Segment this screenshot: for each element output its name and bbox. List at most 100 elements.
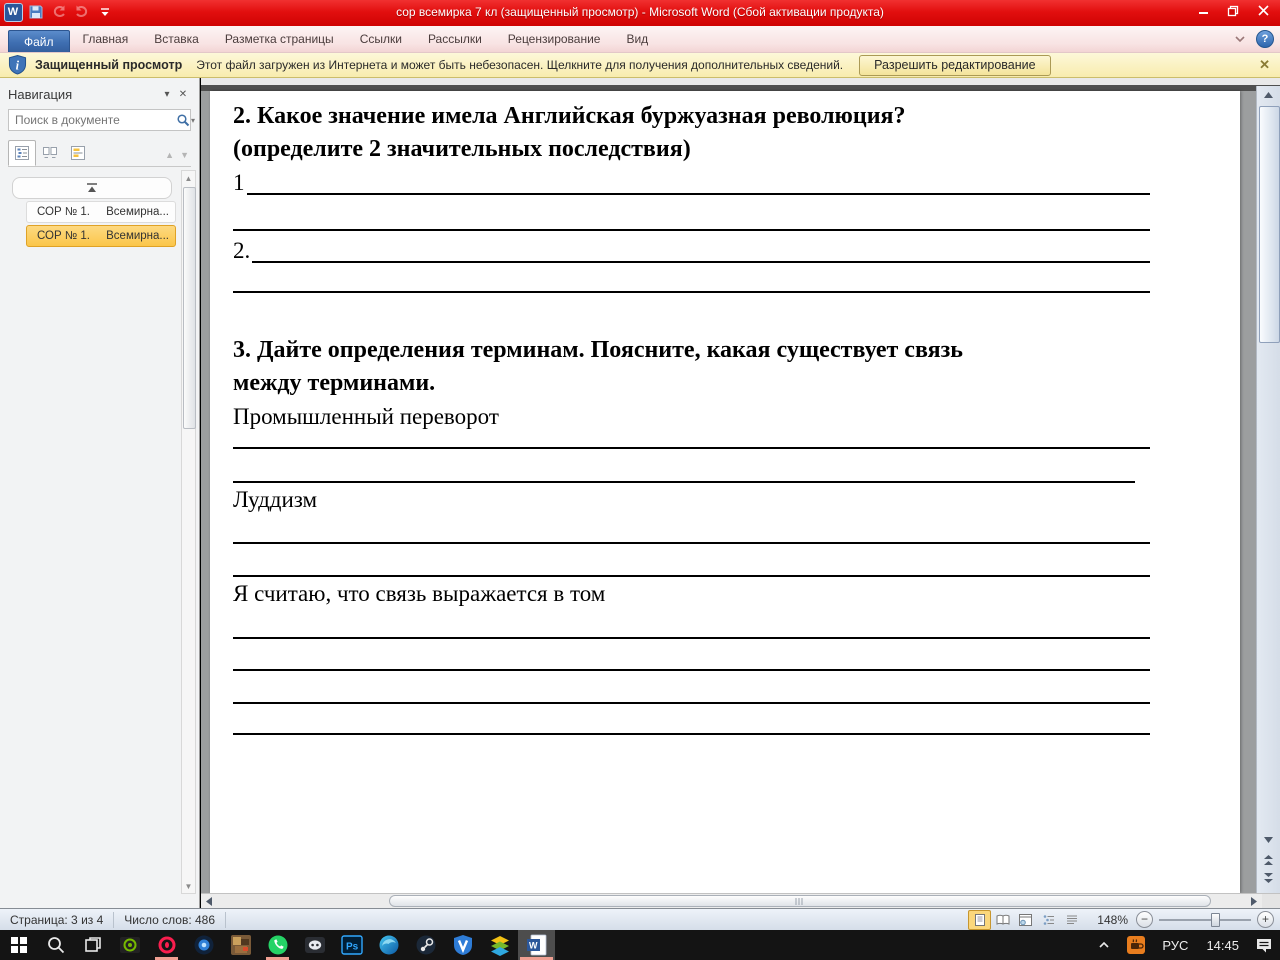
tab-file[interactable]: Файл bbox=[8, 30, 70, 52]
print-layout-view-button[interactable] bbox=[968, 909, 992, 930]
answer-line bbox=[233, 702, 1150, 704]
restore-icon bbox=[1227, 5, 1239, 16]
horizontal-scrollbar[interactable] bbox=[201, 893, 1280, 909]
tab-главная[interactable]: Главная bbox=[70, 27, 142, 52]
taskbar-whatsapp-button[interactable] bbox=[259, 930, 296, 960]
vertical-scrollbar[interactable] bbox=[1256, 86, 1280, 893]
restore-button[interactable] bbox=[1218, 0, 1248, 21]
java-cup-icon bbox=[1127, 936, 1146, 954]
taskbar-icons: Ps W bbox=[0, 930, 555, 960]
tab-разметка-страницы[interactable]: Разметка страницы bbox=[212, 27, 347, 52]
tab-вставка[interactable]: Вставка bbox=[141, 27, 212, 52]
jump-to-beginning-button[interactable] bbox=[12, 177, 172, 199]
scroll-down-button[interactable]: ▼ bbox=[182, 879, 195, 893]
word-logo-icon: W bbox=[3, 2, 23, 22]
list-number: 1 bbox=[233, 170, 245, 195]
status-bar-right: 148% − + bbox=[968, 909, 1280, 930]
tray-app-button[interactable] bbox=[1119, 930, 1153, 960]
tab-рецензирование[interactable]: Рецензирование bbox=[495, 27, 614, 52]
navigation-close-button[interactable]: ✕ bbox=[175, 88, 191, 102]
tab-вид[interactable]: Вид bbox=[613, 27, 661, 52]
taskbar-word-button[interactable]: W bbox=[518, 930, 555, 960]
layers-icon bbox=[490, 936, 509, 956]
scroll-down-button[interactable] bbox=[1259, 832, 1278, 848]
task-view-icon bbox=[84, 937, 101, 952]
navigation-scrollbar[interactable]: ▲ ▼ bbox=[181, 170, 196, 894]
tab-рассылки[interactable]: Рассылки bbox=[415, 27, 495, 52]
taskbar-edge-button[interactable] bbox=[370, 930, 407, 960]
save-button[interactable] bbox=[26, 2, 46, 22]
help-button[interactable]: ? bbox=[1256, 30, 1274, 48]
outline-icon bbox=[1043, 914, 1054, 925]
numbered-answer-row: 2. bbox=[233, 234, 1150, 267]
show-hidden-icons-button[interactable] bbox=[1089, 930, 1119, 960]
app-menu-button[interactable]: W bbox=[3, 2, 23, 22]
redo-button[interactable] bbox=[72, 2, 92, 22]
previous-page-button[interactable] bbox=[1259, 852, 1278, 868]
zoom-in-button[interactable]: + bbox=[1257, 911, 1274, 928]
customize-qat-button[interactable] bbox=[95, 2, 115, 22]
previous-heading-button[interactable]: ▲ bbox=[165, 150, 174, 160]
next-page-button[interactable] bbox=[1259, 870, 1278, 886]
enable-editing-button[interactable]: Разрешить редактирование bbox=[859, 54, 1051, 76]
word-count[interactable]: Число слов: 486 bbox=[114, 911, 227, 928]
action-center-button[interactable] bbox=[1248, 930, 1280, 960]
search-options-button[interactable]: ▾ bbox=[191, 116, 195, 125]
tab-browse-headings[interactable] bbox=[8, 140, 36, 166]
customize-toolbar-icon bbox=[101, 8, 109, 16]
taskbar-search-button[interactable] bbox=[37, 930, 74, 960]
page-indicator[interactable]: Страница: 3 из 4 bbox=[0, 911, 115, 928]
arrow-left-icon bbox=[206, 897, 212, 906]
close-button[interactable] bbox=[1248, 0, 1278, 21]
answer-line bbox=[246, 193, 1150, 195]
scroll-left-button[interactable] bbox=[203, 895, 215, 908]
scrollbar-thumb[interactable] bbox=[183, 187, 196, 429]
full-screen-reading-view-button[interactable] bbox=[991, 910, 1014, 930]
scroll-right-button[interactable] bbox=[1248, 895, 1260, 908]
zoom-slider[interactable] bbox=[1159, 912, 1251, 927]
full-screen-reading-icon bbox=[996, 914, 1010, 925]
answer-line bbox=[233, 291, 1150, 293]
collapse-ribbon-button[interactable] bbox=[1234, 35, 1246, 43]
undo-button[interactable] bbox=[49, 2, 69, 22]
taskbar-opera-button[interactable] bbox=[148, 930, 185, 960]
svg-text:W: W bbox=[529, 941, 538, 951]
search-button[interactable] bbox=[176, 113, 190, 127]
language-indicator[interactable]: РУС bbox=[1153, 938, 1197, 953]
zoom-level[interactable]: 148% bbox=[1097, 913, 1128, 927]
web-layout-view-button[interactable] bbox=[1014, 910, 1037, 930]
next-heading-button[interactable]: ▼ bbox=[180, 150, 189, 160]
tab-browse-pages[interactable] bbox=[36, 140, 64, 166]
scrollbar-thumb[interactable] bbox=[1259, 106, 1280, 343]
taskbar-task-view-button[interactable] bbox=[74, 930, 111, 960]
message-bar-close-button[interactable]: ✕ bbox=[1259, 57, 1270, 73]
tab-ссылки[interactable]: Ссылки bbox=[347, 27, 415, 52]
zoom-slider-thumb[interactable] bbox=[1211, 912, 1220, 927]
clock[interactable]: 14:45 bbox=[1197, 938, 1248, 953]
nav-heading-item[interactable]: СОР № 1. Всемирна... bbox=[26, 201, 176, 223]
draft-view-button[interactable] bbox=[1060, 910, 1083, 930]
scroll-up-button[interactable]: ▲ bbox=[182, 171, 195, 185]
taskbar-start-button[interactable] bbox=[0, 930, 37, 960]
outline-view-button[interactable] bbox=[1037, 910, 1060, 930]
edge-icon bbox=[379, 935, 398, 955]
chevron-up-icon bbox=[1099, 941, 1109, 948]
zoom-out-button[interactable]: − bbox=[1136, 911, 1153, 928]
scrollbar-thumb[interactable] bbox=[389, 895, 1211, 907]
taskbar-v-shield-button[interactable] bbox=[444, 930, 481, 960]
scroll-up-button[interactable] bbox=[1259, 87, 1278, 103]
nav-heading-item[interactable]: СОР № 1. Всемирна... bbox=[26, 225, 176, 247]
taskbar-layers-button[interactable] bbox=[481, 930, 518, 960]
navigation-menu-button[interactable]: ▾ bbox=[159, 88, 175, 102]
taskbar-game-button[interactable] bbox=[222, 930, 259, 960]
tab-browse-results[interactable] bbox=[64, 140, 92, 166]
taskbar-photoshop-button[interactable]: Ps bbox=[333, 930, 370, 960]
minimize-button[interactable] bbox=[1188, 0, 1218, 21]
taskbar-nvidia-button[interactable] bbox=[111, 930, 148, 960]
document-page[interactable]: 2. Какое значение имела Английская буржу… bbox=[210, 91, 1240, 893]
taskbar-discord-button[interactable] bbox=[296, 930, 333, 960]
taskbar-steam-button[interactable] bbox=[407, 930, 444, 960]
search-input[interactable] bbox=[9, 113, 170, 127]
taskbar-lens-browser-button[interactable] bbox=[185, 930, 222, 960]
document-text: Я считаю, что связь выражается в том bbox=[233, 581, 606, 606]
